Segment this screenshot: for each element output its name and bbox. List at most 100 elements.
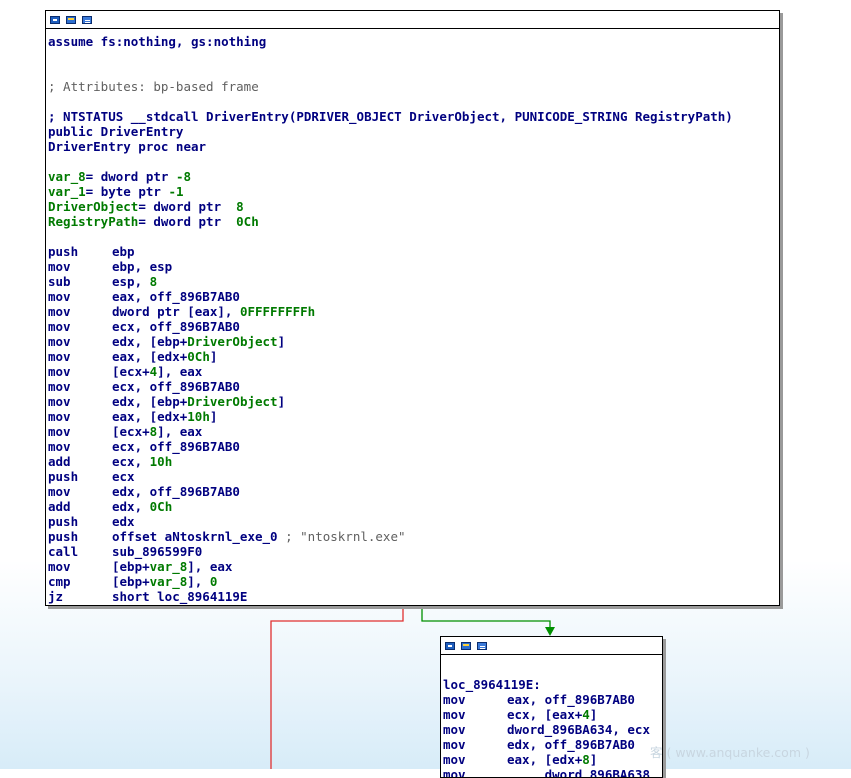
code-line[interactable]: mov ecx, off_896B7AB0 <box>48 319 779 334</box>
edge-false <box>270 605 404 769</box>
code-text: ] <box>277 334 286 349</box>
code-text: edx <box>112 514 135 529</box>
code-line[interactable]: loc_8964119E: <box>443 677 662 692</box>
code-line[interactable]: sub esp, 8 <box>48 274 779 289</box>
mnemonic: mov <box>48 379 71 394</box>
code-text: ebp <box>112 244 135 259</box>
code-line[interactable]: push ebp <box>48 244 779 259</box>
code-text: ecx, <box>112 454 150 469</box>
code-text: ] <box>589 752 598 767</box>
mnemonic: add <box>48 454 71 469</box>
code-line[interactable]: mov eax, [edx+8] <box>443 752 662 767</box>
watermark-text: 客 ( www.anquanke.com ) <box>650 745 810 760</box>
code-line[interactable]: mov eax, [edx+0Ch] <box>48 349 779 364</box>
code-line[interactable]: mov [ecx+4], eax <box>48 364 779 379</box>
code-line[interactable]: public DriverEntry <box>48 124 779 139</box>
code-text: assume fs:nothing, gs:nothing <box>48 34 267 49</box>
code-line[interactable]: mov ecx, [eax+4] <box>443 707 662 722</box>
code-line[interactable]: call sub_896599F0 <box>48 544 779 559</box>
code-line[interactable] <box>48 229 779 244</box>
code-text: ebp, esp <box>112 259 173 274</box>
code-line[interactable]: mov ebp, esp <box>48 259 779 274</box>
numeric-operand: -8 <box>175 169 192 184</box>
code-line[interactable]: ; NTSTATUS __stdcall DriverEntry(PDRIVER… <box>48 109 779 124</box>
mnemonic: sub <box>48 274 71 289</box>
variable-name: var_8 <box>48 169 86 184</box>
node-color-icon[interactable] <box>445 641 455 650</box>
numeric-operand: 0Ch <box>187 349 210 364</box>
code-line[interactable]: ; Attributes: bp-based frame <box>48 79 779 94</box>
code-line[interactable]: push ecx <box>48 469 779 484</box>
mnemonic: mov <box>48 289 71 304</box>
node-graph-icon[interactable] <box>66 15 76 24</box>
code-line[interactable]: mov eax, off_896B7AB0 <box>48 289 779 304</box>
code-text: = dword ptr <box>85 169 176 184</box>
variable-name: DriverObject <box>48 199 139 214</box>
code-line[interactable]: assume fs:nothing, gs:nothing <box>48 34 779 49</box>
code-text: edx, <box>112 499 150 514</box>
code-line[interactable]: mov ecx, off_896B7AB0 <box>48 439 779 454</box>
code-line[interactable]: var_8= dword ptr -8 <box>48 169 779 184</box>
code-text: dword_896BA634, ecx <box>507 722 650 737</box>
code-line[interactable] <box>48 49 779 64</box>
code-line[interactable]: jz short loc_8964119E <box>48 589 779 604</box>
node-text-icon[interactable] <box>82 15 92 24</box>
code-text: [ebp+ <box>112 574 150 589</box>
code-line[interactable]: mov ecx, off_896B7AB0 <box>48 379 779 394</box>
code-line[interactable]: mov dword_896BA634, ecx <box>443 722 662 737</box>
variable-name: var_8 <box>149 559 188 574</box>
code-text: [ecx+ <box>112 424 150 439</box>
numeric-operand: 0Ch <box>236 214 259 229</box>
numeric-operand: 0FFFFFFFFh <box>239 304 316 319</box>
graph-node-loc-8964119e[interactable]: loc_8964119E: mov eax, off_896B7AB0 mov ecx,… <box>440 636 663 778</box>
graph-node-driverentry[interactable]: assume fs:nothing, gs:nothing ; Attribute… <box>45 10 780 606</box>
code-line[interactable]: mov edx, off_896B7AB0 <box>48 484 779 499</box>
mnemonic: mov <box>48 349 71 364</box>
code-line[interactable]: DriverEntry proc near <box>48 139 779 154</box>
code-text: ], eax <box>157 424 203 439</box>
code-line[interactable]: mov eax, [edx+10h] <box>48 409 779 424</box>
code-line[interactable]: DriverObject= dword ptr 8 <box>48 199 779 214</box>
variable-name: DriverObject <box>187 394 278 409</box>
disassembly-listing[interactable]: assume fs:nothing, gs:nothing ; Attribute… <box>46 29 779 604</box>
mnemonic: mov <box>48 409 71 424</box>
code-text: = byte ptr <box>85 184 169 199</box>
code-line[interactable]: mov [ebp+var_8], eax <box>48 559 779 574</box>
code-line[interactable]: mov edx, [ebp+DriverObject] <box>48 334 779 349</box>
mnemonic: mov <box>443 692 466 707</box>
code-line[interactable]: mov eax, off_896B7AB0 <box>443 692 662 707</box>
code-text: sub_896599F0 <box>112 544 203 559</box>
disassembly-listing[interactable]: loc_8964119E: mov eax, off_896B7AB0 mov ecx,… <box>441 655 662 777</box>
code-text: loc_8964119E: <box>443 677 541 692</box>
code-line[interactable]: push edx <box>48 514 779 529</box>
mnemonic: mov <box>48 439 71 454</box>
code-line[interactable]: mov dword ptr [eax], 0FFFFFFFFh <box>48 304 779 319</box>
code-line[interactable] <box>48 154 779 169</box>
node-graph-icon[interactable] <box>461 641 471 650</box>
mnemonic: mov <box>48 304 71 319</box>
code-line[interactable]: mov [ecx+8], eax <box>48 424 779 439</box>
code-line[interactable]: RegistryPath= dword ptr 0Ch <box>48 214 779 229</box>
code-line[interactable]: add edx, 0Ch <box>48 499 779 514</box>
mnemonic: mov <box>443 722 466 737</box>
node-color-icon[interactable] <box>50 15 60 24</box>
code-text: ecx, [eax+ <box>507 707 583 722</box>
code-text: esp, <box>112 274 150 289</box>
code-line[interactable]: cmp [ebp+var_8], 0 <box>48 574 779 589</box>
code-line[interactable]: push offset aNtoskrnl_exe_0 ; "ntoskrnl.e… <box>48 529 779 544</box>
code-line[interactable]: mov edx, off_896B7AB0 <box>443 737 662 752</box>
code-line[interactable]: add ecx, 10h <box>48 454 779 469</box>
code-line[interactable] <box>443 662 662 677</box>
mnemonic: mov <box>443 752 466 767</box>
code-text: ], eax <box>157 364 203 379</box>
code-line[interactable]: var_1= byte ptr -1 <box>48 184 779 199</box>
code-line[interactable] <box>48 94 779 109</box>
code-text: eax, off_896B7AB0 <box>112 289 240 304</box>
comment-text: ; Attributes: bp-based frame <box>48 79 259 94</box>
code-text: = dword ptr <box>138 214 237 229</box>
code-line[interactable]: mov edx, [ebp+DriverObject] <box>48 394 779 409</box>
numeric-operand: 10h <box>149 454 173 469</box>
node-text-icon[interactable] <box>477 641 487 650</box>
code-line[interactable] <box>48 64 779 79</box>
code-text: ], <box>187 574 210 589</box>
